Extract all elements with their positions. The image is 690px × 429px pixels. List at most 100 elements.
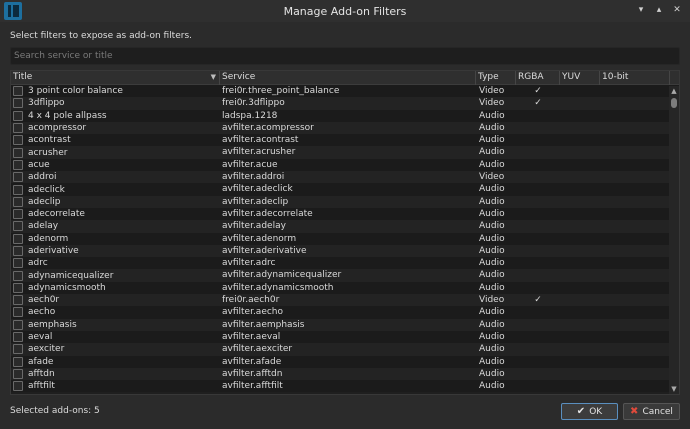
table-row[interactable]: aeval avfilter.aeval Audio — [11, 330, 679, 344]
table-row[interactable]: adecorrelate avfilter.adecorrelate Audio — [11, 207, 679, 221]
filter-checkbox[interactable] — [13, 184, 23, 195]
ok-button[interactable]: ✔ OK — [561, 403, 618, 420]
service-cell: avfilter.acue — [222, 159, 278, 170]
filter-checkbox[interactable] — [13, 368, 23, 379]
filter-checkbox[interactable] — [13, 86, 23, 97]
rgba-cell — [516, 257, 560, 269]
type-cell: Audio — [479, 147, 505, 158]
filter-checkbox[interactable] — [13, 332, 23, 343]
cancel-button[interactable]: ✖ Cancel — [623, 403, 680, 420]
filter-checkbox[interactable] — [13, 123, 23, 134]
column-header-yuv[interactable]: YUV — [560, 71, 600, 85]
table-row[interactable]: 4 x 4 pole allpass ladspa.1218 Audio — [11, 109, 679, 122]
filter-checkbox[interactable] — [13, 295, 23, 306]
column-header-type[interactable]: Type — [476, 71, 516, 85]
yuv-cell — [560, 245, 600, 257]
filter-checkbox[interactable] — [13, 344, 23, 355]
table-row[interactable]: addroi avfilter.addroi Video — [11, 171, 679, 184]
title-text: afftdn — [28, 368, 55, 379]
column-header-rgba[interactable]: RGBA — [516, 71, 560, 85]
filter-checkbox[interactable] — [13, 196, 23, 207]
rgba-cell — [516, 356, 560, 368]
type-cell: Video — [479, 172, 505, 183]
yuv-cell — [560, 110, 600, 122]
table-row[interactable]: afftfilt avfilter.afftfilt Audio — [11, 380, 679, 393]
maximize-button[interactable]: ▴ — [652, 3, 666, 17]
table-row[interactable]: acrusher avfilter.acrusher Audio — [11, 146, 679, 159]
table-row[interactable]: aexciter avfilter.aexciter Audio — [11, 343, 679, 356]
table-row[interactable]: adynamicsmooth avfilter.adynamicsmooth Aud… — [11, 281, 679, 295]
filter-checkbox[interactable] — [13, 221, 23, 232]
filter-checkbox[interactable] — [13, 258, 23, 269]
filter-checkbox[interactable] — [13, 147, 23, 158]
tenbit-cell — [600, 220, 670, 232]
table-row[interactable]: aemphasis avfilter.aemphasis Audio — [11, 318, 679, 331]
filter-checkbox[interactable] — [13, 270, 23, 281]
yuv-cell — [560, 122, 600, 134]
service-cell: frei0r.aech0r — [222, 295, 280, 306]
scroll-down-icon[interactable]: ▼ — [669, 384, 679, 394]
title-text: aecho — [28, 307, 56, 318]
type-cell: Audio — [479, 368, 505, 379]
yuv-cell — [560, 97, 600, 109]
tenbit-cell — [600, 208, 670, 220]
service-cell: avfilter.aeval — [222, 331, 281, 342]
filter-checkbox[interactable] — [13, 233, 23, 244]
table-row[interactable]: adenorm avfilter.adenorm Audio — [11, 232, 679, 245]
filter-checkbox[interactable] — [13, 135, 23, 146]
rgba-cell — [516, 110, 560, 122]
filter-checkbox[interactable] — [13, 356, 23, 367]
close-button[interactable]: ✕ — [670, 3, 684, 17]
table-row[interactable]: aderivative avfilter.aderivative Audio — [11, 244, 679, 258]
filter-checkbox[interactable] — [13, 282, 23, 293]
tenbit-cell — [600, 146, 670, 158]
type-cell: Audio — [479, 159, 505, 170]
filter-checkbox[interactable] — [13, 110, 23, 121]
table-row[interactable]: aecho avfilter.aecho Audio — [11, 306, 679, 319]
rgba-cell — [516, 134, 560, 146]
table-row[interactable]: adrc avfilter.adrc Audio — [11, 257, 679, 270]
type-cell: Video — [479, 295, 505, 306]
type-cell: Audio — [479, 331, 505, 342]
search-input[interactable] — [10, 47, 680, 65]
rgba-cell — [516, 245, 560, 257]
column-header-title-label: Title — [13, 72, 33, 82]
table-row[interactable]: adelay avfilter.adelay Audio — [11, 220, 679, 233]
table-row[interactable]: acompressor avfilter.acompressor Audio — [11, 121, 679, 135]
type-cell: Audio — [479, 356, 505, 367]
tenbit-cell — [600, 196, 670, 208]
service-cell: avfilter.adeclick — [222, 184, 293, 195]
table-row[interactable]: 3 point color balance frei0r.three_point_… — [11, 85, 679, 98]
table-row[interactable]: adeclip avfilter.adeclip Audio — [11, 195, 679, 208]
rgba-cell: ✓ — [534, 86, 542, 96]
column-header-10bit[interactable]: 10-bit — [600, 71, 670, 85]
table-row[interactable]: adynamicequalizer avfilter.adynamicequali… — [11, 269, 679, 282]
filter-checkbox[interactable] — [13, 381, 23, 392]
filter-checkbox[interactable] — [13, 246, 23, 256]
filter-checkbox[interactable] — [13, 159, 23, 170]
tenbit-cell — [600, 171, 670, 183]
table-row[interactable]: acue avfilter.acue Audio — [11, 158, 679, 172]
rgba-cell — [516, 183, 560, 195]
scrollbar-thumb[interactable] — [671, 98, 677, 108]
filter-checkbox[interactable] — [13, 172, 23, 183]
table-row[interactable]: adeclick avfilter.adeclick Audio — [11, 183, 679, 196]
table-row[interactable]: acontrast avfilter.acontrast Audio — [11, 134, 679, 147]
scroll-up-icon[interactable]: ▲ — [669, 86, 679, 96]
title-text: afftfilt — [28, 381, 55, 392]
filter-checkbox[interactable] — [13, 98, 23, 109]
table-row[interactable]: aech0r frei0r.aech0r Video ✓ — [11, 294, 679, 307]
filter-checkbox[interactable] — [13, 307, 23, 318]
minimize-button[interactable]: ▾ — [634, 3, 648, 17]
filter-checkbox[interactable] — [13, 319, 23, 330]
vertical-scrollbar[interactable]: ▲ ▼ — [669, 86, 679, 394]
table-row[interactable]: 3dflippo frei0r.3dflippo Video ✓ — [11, 97, 679, 110]
column-header-service[interactable]: Service — [220, 71, 476, 85]
table-row[interactable]: afade avfilter.afade Audio — [11, 355, 679, 368]
rgba-cell — [516, 343, 560, 355]
filter-checkbox[interactable] — [13, 209, 23, 220]
title-cell: aexciter — [11, 343, 220, 355]
table-row[interactable]: afftdn avfilter.afftdn Audio — [11, 367, 679, 381]
type-cell: Audio — [479, 221, 505, 232]
column-header-title[interactable]: Title ▼ — [11, 71, 220, 85]
